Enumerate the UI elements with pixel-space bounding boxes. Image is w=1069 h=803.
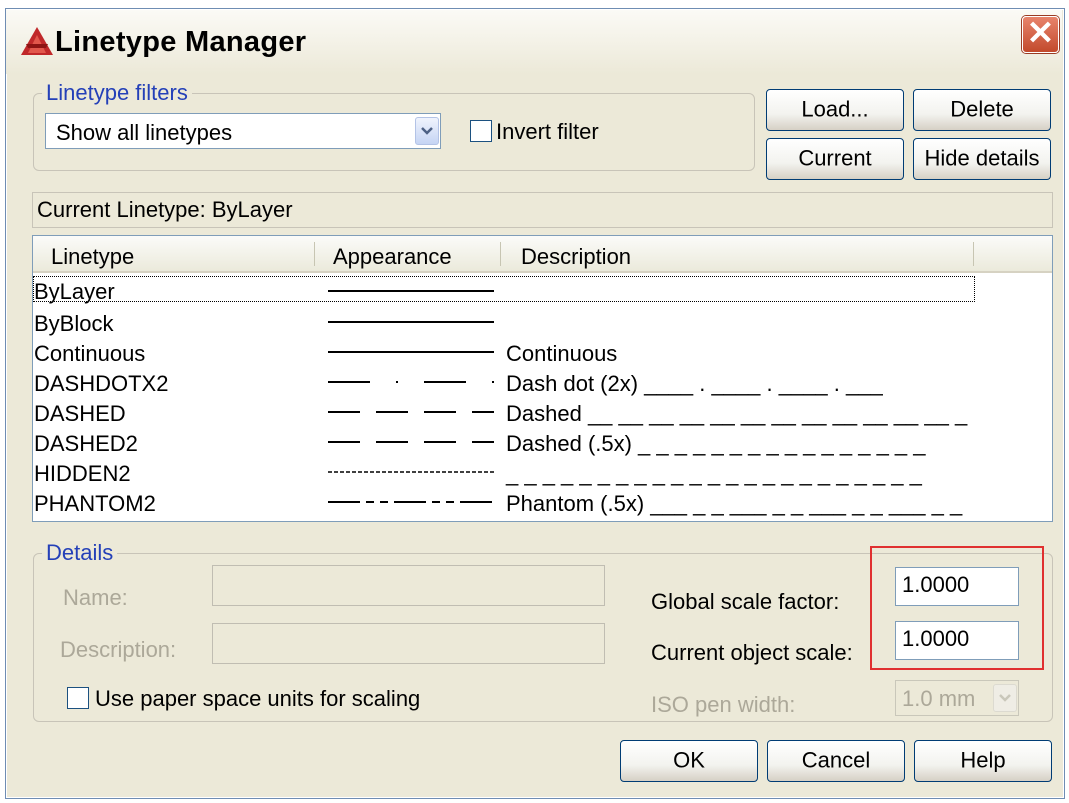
column-divider[interactable] xyxy=(314,242,315,266)
highlight-annotation-box xyxy=(870,546,1044,670)
list-item-description: Phantom (.5x) ___ _ _ ___ _ _ ___ _ _ __… xyxy=(506,491,963,516)
ok-button[interactable]: OK xyxy=(620,740,758,782)
help-button-label: Help xyxy=(960,747,1006,773)
column-divider[interactable] xyxy=(973,242,974,266)
invert-filter-label: Invert filter xyxy=(496,119,599,144)
description-label: Description: xyxy=(60,637,177,662)
close-button[interactable]: ✕ xyxy=(1022,14,1059,53)
delete-button-label: Delete xyxy=(950,96,1014,122)
column-header-appearance[interactable]: Appearance xyxy=(333,244,452,270)
column-header-linetype[interactable]: Linetype xyxy=(51,244,134,270)
column-divider[interactable] xyxy=(500,242,501,266)
list-item-name[interactable]: ByLayer xyxy=(34,279,115,305)
cancel-button-label: Cancel xyxy=(801,747,871,773)
linetype-filters-title: Linetype filters xyxy=(42,80,192,106)
list-item-name[interactable]: DASHED xyxy=(34,401,126,427)
current-button-label: Current xyxy=(798,145,872,171)
iso-pen-width-value: 1.0 mm xyxy=(902,686,976,711)
list-item-description: Dash dot (2x) ____ . ____ . ____ . ___ xyxy=(506,371,883,396)
load-button-label: Load... xyxy=(801,96,869,122)
iso-pen-width-label: ISO pen width: xyxy=(651,692,796,717)
linetype-filter-dropdown[interactable]: Show all linetypes xyxy=(45,113,441,149)
current-button[interactable]: Current xyxy=(766,138,904,180)
selected-row-focus xyxy=(33,276,975,302)
name-field xyxy=(212,565,605,606)
current-linetype-text: Current Linetype: ByLayer xyxy=(37,197,293,222)
hide-details-button-label: Hide details xyxy=(924,145,1040,171)
list-header: Linetype Appearance Description xyxy=(33,236,1052,273)
description-field xyxy=(212,623,605,664)
list-item-name[interactable]: DASHDOTX2 xyxy=(34,371,168,397)
paper-space-checkbox[interactable] xyxy=(67,687,89,709)
list-item-name[interactable]: HIDDEN2 xyxy=(34,461,131,487)
column-header-description[interactable]: Description xyxy=(521,244,631,270)
window-title: Linetype Manager xyxy=(55,26,307,58)
appearance-previews xyxy=(328,290,494,503)
list-item-description: _ _ _ _ _ _ _ _ _ _ _ _ _ _ _ _ _ _ _ _ … xyxy=(506,461,922,486)
list-item-name[interactable]: ByBlock xyxy=(34,311,113,337)
iso-pen-width-dropdown: 1.0 mm xyxy=(895,680,1019,716)
details-title: Details xyxy=(42,540,118,566)
cancel-button[interactable]: Cancel xyxy=(767,740,905,782)
list-item-name[interactable]: Continuous xyxy=(34,341,145,367)
invert-filter-checkbox[interactable] xyxy=(470,120,492,142)
ok-button-label: OK xyxy=(673,747,705,773)
autocad-app-icon xyxy=(21,27,53,55)
linetype-filter-value: Show all linetypes xyxy=(56,120,233,145)
close-icon: ✕ xyxy=(1026,14,1055,51)
list-item-description: Dashed (.5x) _ _ _ _ _ _ _ _ _ _ _ _ _ _… xyxy=(506,431,926,456)
current-linetype-bar: Current Linetype: ByLayer xyxy=(32,192,1053,228)
name-label: Name: xyxy=(63,585,128,610)
list-item-description: Dashed __ __ __ __ __ __ __ __ __ __ __ … xyxy=(506,401,968,426)
delete-button[interactable]: Delete xyxy=(913,89,1051,131)
list-item-description: Continuous xyxy=(506,341,618,366)
chevron-down-icon[interactable] xyxy=(415,117,439,145)
load-button[interactable]: Load... xyxy=(766,89,904,131)
object-scale-label: Current object scale: xyxy=(651,640,853,665)
paper-space-label: Use paper space units for scaling xyxy=(95,686,421,711)
hide-details-button[interactable]: Hide details xyxy=(913,138,1051,180)
list-item-name[interactable]: DASHED2 xyxy=(34,431,138,457)
chevron-down-icon xyxy=(993,684,1017,712)
help-button[interactable]: Help xyxy=(914,740,1052,782)
global-scale-label: Global scale factor: xyxy=(651,589,840,614)
list-item-name[interactable]: PHANTOM2 xyxy=(34,491,156,517)
